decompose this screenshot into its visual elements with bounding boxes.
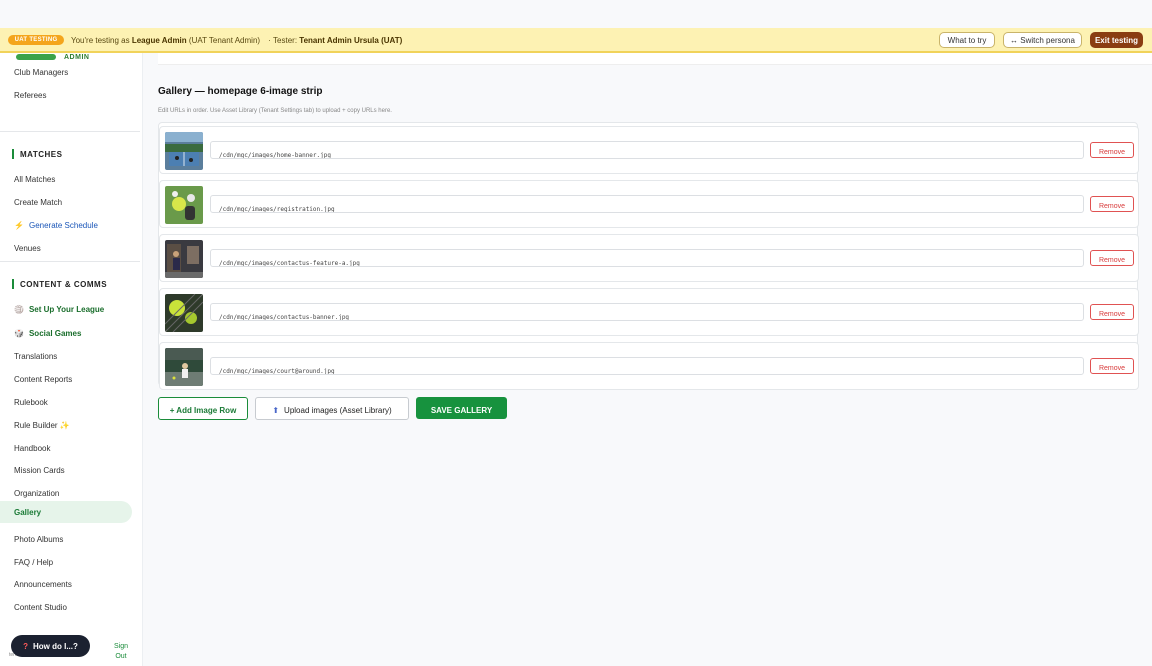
sidebar-item-announcements[interactable]: Announcements [0, 573, 132, 595]
sidebar-divider [0, 131, 140, 132]
section-bar [12, 149, 14, 159]
image-url-input[interactable]: /cdn/mgc/images/registration.jpg [210, 195, 1084, 213]
logo-mark [16, 54, 56, 60]
thumbnail-image [165, 294, 203, 332]
sidebar-item-label: Gallery [14, 507, 42, 517]
sidebar-item-mission-cards[interactable]: Mission Cards [0, 459, 132, 481]
sidebar-divider [0, 261, 140, 262]
sidebar-item-label: Referees [14, 90, 47, 100]
sidebar-item-label: Announcements [14, 579, 72, 589]
image-url-input[interactable]: /cdn/mgc/images/contactus-banner.jpg [210, 303, 1084, 321]
sidebar-item-label: Rule Builder ✨ [14, 420, 70, 430]
remove-button[interactable]: Remove [1090, 250, 1134, 266]
what-to-try-button[interactable]: What to try [939, 32, 995, 48]
sidebar-item-label: Translations [14, 351, 58, 361]
uat-status-text: You're testing as League Admin (UAT Tena… [71, 36, 402, 45]
remove-button[interactable]: Remove [1090, 358, 1134, 374]
help-button[interactable]: ? How do I...? [11, 635, 90, 657]
sidebar-item-label: Mission Cards [14, 465, 65, 475]
gallery-row: /cdn/mgc/images/contactus-banner.jpg Rem… [159, 288, 1139, 336]
sidebar-item-label: Create Match [14, 197, 63, 207]
sidebar-item-label: Club Managers [14, 67, 69, 77]
switch-persona-button[interactable]: ↔ Switch persona [1003, 32, 1082, 48]
sidebar-item-label: Content Studio [14, 602, 67, 612]
sidebar-item-label: Organization [14, 488, 60, 498]
sidebar-item-rule-builder[interactable]: Rule Builder ✨ [0, 414, 132, 436]
sidebar-item-content-studio[interactable]: Content Studio [0, 596, 132, 618]
gallery-row: /cdn/mgc/images/registration.jpg Remove [159, 180, 1139, 228]
image-url-input[interactable]: /cdn/mgc/images/home-banner.jpg [210, 141, 1084, 159]
help-label: How do I...? [33, 641, 78, 651]
logo-admin-label: ADMIN [64, 53, 90, 61]
question-icon: ? [23, 641, 28, 651]
sidebar-item-label: All Matches [14, 174, 56, 184]
thumbnail-image [165, 186, 203, 224]
add-image-row-button[interactable]: + Add Image Row [158, 397, 248, 420]
sidebar-item-gallery[interactable]: Gallery [0, 501, 132, 523]
logo: ADMIN [16, 53, 89, 61]
exit-testing-button[interactable]: Exit testing [1090, 32, 1143, 48]
page-header-strip [158, 53, 1152, 65]
sidebar-item-label: Rulebook [14, 397, 48, 407]
upload-icon: ⬆ [272, 406, 280, 415]
sidebar-item-create-match[interactable]: Create Match [0, 191, 132, 213]
sidebar-item-label: Generate Schedule [28, 220, 98, 230]
upload-label: Upload images (Asset Library) [284, 406, 392, 415]
uat-prefix: You're testing as [71, 36, 130, 45]
uat-tester-name: Tenant Admin Ursula (UAT) [299, 36, 403, 45]
sidebar-item-handbook[interactable]: Handbook [0, 437, 132, 459]
gallery-rows: /cdn/mgc/images/home-banner.jpg Remove /… [158, 122, 1139, 390]
sidebar-item-label: Content Reports [14, 374, 73, 384]
remove-button[interactable]: Remove [1090, 196, 1134, 212]
sign-out-link[interactable]: Sign Out [112, 642, 130, 662]
sidebar-item-photo-albums[interactable]: Photo Albums [0, 528, 132, 550]
sidebar-item-faq-help[interactable]: FAQ / Help [0, 551, 132, 573]
save-gallery-button[interactable]: SAVE GALLERY [416, 397, 507, 419]
section-hint: Edit URLs in order. Use Asset Library (T… [158, 108, 392, 114]
section-title: Gallery — homepage 6-image strip [158, 86, 323, 97]
section-bar [12, 279, 14, 289]
sidebar-item-all-matches[interactable]: All Matches [0, 168, 132, 190]
thumbnail-image [165, 132, 203, 170]
sidebar-item-label: Photo Albums [14, 534, 64, 544]
dice-icon: 🎲 [14, 328, 24, 338]
section-matches: MATCHES [12, 149, 62, 159]
volleyball-icon: 🏐 [14, 304, 24, 314]
remove-button[interactable]: Remove [1090, 142, 1134, 158]
sidebar-item-label: Social Games [28, 328, 82, 338]
sidebar: ADMIN Club Managers Referees MATCHES All… [0, 53, 143, 666]
remove-button[interactable]: Remove [1090, 304, 1134, 320]
gallery-row: /cdn/mgc/images/home-banner.jpg Remove [159, 126, 1139, 174]
section-label: CONTENT & COMMS [20, 279, 108, 289]
gallery-row: /cdn/mgc/images/contactus-feature-a.jpg … [159, 234, 1139, 282]
sidebar-item-label: Venues [14, 243, 41, 253]
uat-role: League Admin [131, 36, 187, 45]
gallery-row: /cdn/mgc/images/court@around.jpg Remove [159, 342, 1139, 390]
thumbnail-image [165, 348, 203, 386]
uat-tester-prefix: · Tester: [268, 36, 298, 45]
sidebar-item-label: Set Up Your League [28, 304, 105, 314]
uat-role-detail: (UAT Tenant Admin) [188, 36, 261, 45]
sidebar-item-translations[interactable]: Translations [0, 345, 132, 367]
lightning-icon: ⚡ [14, 220, 24, 230]
upload-images-button[interactable]: ⬆ Upload images (Asset Library) [255, 397, 409, 420]
sidebar-item-venues[interactable]: Venues [0, 237, 132, 259]
image-url-input[interactable]: /cdn/mgc/images/court@around.jpg [210, 357, 1084, 375]
sidebar-item-label: Handbook [14, 443, 51, 453]
thumbnail-image [165, 240, 203, 278]
sidebar-item-set-up-league[interactable]: 🏐 Set Up Your League [0, 298, 132, 320]
sidebar-item-generate-schedule[interactable]: ⚡ Generate Schedule [0, 214, 132, 236]
sidebar-item-social-games[interactable]: 🎲 Social Games [0, 322, 132, 344]
sidebar-item-content-reports[interactable]: Content Reports [0, 368, 132, 390]
section-content-comms: CONTENT & COMMS [12, 279, 107, 289]
section-label: MATCHES [20, 149, 63, 159]
sidebar-item-club-managers[interactable]: Club Managers [0, 61, 132, 83]
sidebar-item-referees[interactable]: Referees [0, 84, 132, 106]
uat-banner: UAT TESTING You're testing as League Adm… [0, 28, 1152, 53]
image-url-input[interactable]: /cdn/mgc/images/contactus-feature-a.jpg [210, 249, 1084, 267]
sidebar-item-rulebook[interactable]: Rulebook [0, 391, 132, 413]
uat-badge: UAT TESTING [8, 35, 64, 45]
sidebar-item-label: FAQ / Help [14, 557, 54, 567]
